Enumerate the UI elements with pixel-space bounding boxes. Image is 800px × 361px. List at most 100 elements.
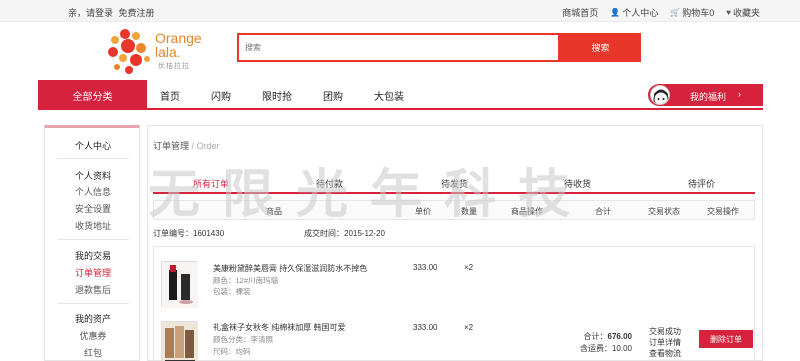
mall-home-link[interactable]: 商城首页 bbox=[562, 6, 598, 19]
chevron-right-icon: › bbox=[738, 89, 741, 99]
tab-pending-payment[interactable]: 待付款 bbox=[316, 177, 343, 190]
order-shipping: 含运费：10.00 bbox=[572, 343, 632, 354]
all-categories-button[interactable]: 全部分类 bbox=[38, 80, 147, 110]
col-total: 合计 bbox=[595, 207, 611, 216]
nav-item-big-pack[interactable]: 大包装 bbox=[374, 88, 404, 103]
view-logistics-link[interactable]: 查看物流 bbox=[649, 348, 681, 359]
lipstick-image-icon bbox=[162, 262, 198, 308]
col-trade-action: 交易操作 bbox=[707, 207, 739, 216]
col-product-action: 商品操作 bbox=[511, 207, 543, 216]
avatar bbox=[650, 85, 670, 105]
search-button[interactable]: 搜索 bbox=[560, 33, 641, 62]
sidebar-item-refunds[interactable]: 退款售后 bbox=[45, 283, 141, 296]
sidebar: 个人中心 个人资料 个人信息 安全设置 收货地址 我的交易 订单管理 退款售后 … bbox=[44, 125, 140, 361]
sidebar-head-assets[interactable]: 我的资产 bbox=[45, 312, 141, 325]
top-links: 商城首页 👤 个人中心 🛒 购物车0 ♥ 收藏夹 bbox=[562, 6, 760, 19]
logo-line2: lala. bbox=[155, 44, 181, 60]
col-product: 商品 bbox=[266, 207, 282, 216]
product-name[interactable]: 礼盒袜子女秋冬 纯棉袜加厚 韩国可爱 bbox=[213, 322, 345, 333]
personal-center-label: 个人中心 bbox=[622, 8, 659, 18]
order-time-label: 成交时间： bbox=[304, 229, 344, 238]
order-card: 美康粉黛醉美唇膏 持久保湿滋润防水不掉色 颜色：12#川南玛瑙 包装：裸装 33… bbox=[153, 246, 755, 361]
order-number-value: 1601430 bbox=[193, 229, 225, 238]
status-text: 交易成功 bbox=[649, 327, 681, 336]
sidebar-divider bbox=[57, 303, 129, 304]
product-meta: 尺码：均码 bbox=[213, 347, 251, 356]
sidebar-divider bbox=[57, 158, 129, 159]
product-thumbnail[interactable] bbox=[161, 261, 198, 308]
order-total-value: 676.00 bbox=[607, 332, 632, 341]
product-qty: ×2 bbox=[464, 263, 474, 272]
sidebar-title[interactable]: 个人中心 bbox=[45, 139, 141, 152]
cart-label: 购物车0 bbox=[682, 8, 715, 18]
table-header: 商品 单价 数量 商品操作 合计 交易状态 交易操作 bbox=[153, 200, 755, 220]
sidebar-divider bbox=[57, 239, 129, 240]
page-title: 订单管理 bbox=[153, 141, 190, 151]
logo-text: Orange lala. bbox=[155, 31, 202, 59]
logo-icon[interactable] bbox=[103, 26, 155, 76]
sidebar-item-personal-info[interactable]: 个人信息 bbox=[45, 185, 141, 198]
favorites-label: 收藏夹 bbox=[732, 8, 760, 18]
product-meta: 包装：裸装 bbox=[213, 287, 251, 296]
sidebar-item-coupons[interactable]: 优惠券 bbox=[45, 329, 141, 342]
order-time-value: 2015-12-20 bbox=[344, 229, 385, 238]
nav-item-limited-time[interactable]: 限时抢 bbox=[262, 88, 292, 103]
main-nav: 首页 闪购 限时抢 团购 大包装 bbox=[160, 80, 435, 110]
sidebar-item-orders[interactable]: 订单管理 bbox=[45, 266, 141, 279]
product-meta: 颜色：12#川南玛瑙 bbox=[213, 276, 279, 285]
sidebar-head-trades[interactable]: 我的交易 bbox=[45, 249, 141, 262]
socks-image-icon bbox=[162, 322, 198, 361]
login-area: 亲，请登录 免费注册 bbox=[68, 6, 158, 19]
tab-all-orders[interactable]: 所有订单 bbox=[193, 177, 229, 190]
order-total: 合计：676.00 bbox=[572, 331, 632, 342]
product-qty: ×2 bbox=[464, 323, 474, 332]
product-thumbnail[interactable] bbox=[161, 321, 198, 361]
order-tabs: 所有订单 待付款 待发货 待收货 待评价 bbox=[153, 170, 755, 194]
product-price: 333.00 bbox=[413, 263, 438, 272]
logo-subtitle: 优桔拉拉 bbox=[158, 63, 190, 70]
my-benefits-button[interactable]: 我的福利 › bbox=[648, 84, 763, 106]
sidebar-head-profile[interactable]: 个人资料 bbox=[45, 169, 141, 182]
register-link[interactable]: 免费注册 bbox=[119, 8, 155, 18]
cart-link[interactable]: 🛒 购物车0 bbox=[670, 6, 714, 19]
cart-icon: 🛒 bbox=[670, 7, 681, 17]
heart-icon: ♥ bbox=[726, 7, 731, 17]
avatar-face-icon bbox=[653, 89, 669, 104]
tab-pending-review[interactable]: 待评价 bbox=[688, 177, 715, 190]
favorites-link[interactable]: ♥ 收藏夹 bbox=[726, 6, 760, 19]
product-name[interactable]: 美康粉黛醉美唇膏 持久保湿滋润防水不掉色 bbox=[213, 263, 367, 274]
sidebar-item-security[interactable]: 安全设置 bbox=[45, 202, 141, 215]
product-meta: 颜色分类：李清照 bbox=[213, 335, 273, 344]
sidebar-item-red-packets[interactable]: 红包 bbox=[45, 346, 141, 359]
breadcrumb: 订单管理 / Order bbox=[153, 141, 220, 151]
order-number: 订单编号：1601430 bbox=[153, 228, 224, 239]
col-unit-price: 单价 bbox=[415, 207, 431, 216]
search-input[interactable] bbox=[239, 35, 558, 60]
nav-item-home[interactable]: 首页 bbox=[160, 88, 180, 103]
tab-pending-shipment[interactable]: 待发货 bbox=[441, 177, 468, 190]
order-status: 交易成功 订单详情 查看物流 bbox=[649, 326, 681, 359]
user-icon: 👤 bbox=[610, 7, 621, 17]
logo-line1: Orange bbox=[155, 30, 202, 46]
order-detail-link[interactable]: 订单详情 bbox=[649, 337, 681, 348]
greeting-link[interactable]: 亲，请登录 bbox=[68, 8, 113, 18]
col-trade-status: 交易状态 bbox=[648, 207, 680, 216]
delete-order-button[interactable]: 删除订单 bbox=[699, 330, 753, 348]
col-quantity: 数量 bbox=[461, 207, 477, 216]
order-number-label: 订单编号： bbox=[153, 229, 193, 238]
product-price: 333.00 bbox=[413, 323, 438, 332]
top-bar: 亲，请登录 免费注册 商城首页 👤 个人中心 🛒 购物车0 ♥ 收藏夹 bbox=[0, 0, 800, 22]
page-subtitle: Order bbox=[196, 141, 220, 151]
sidebar-item-address[interactable]: 收货地址 bbox=[45, 219, 141, 232]
my-benefits-label: 我的福利 bbox=[690, 92, 727, 102]
nav-item-flash-sale[interactable]: 闪购 bbox=[211, 88, 231, 103]
personal-center-link[interactable]: 👤 个人中心 bbox=[610, 6, 658, 19]
order-shipping-value: 10.00 bbox=[611, 344, 632, 353]
nav-item-group-buy[interactable]: 团购 bbox=[323, 88, 343, 103]
order-total-label: 合计： bbox=[583, 332, 608, 341]
tab-pending-receipt[interactable]: 待收货 bbox=[564, 177, 591, 190]
mall-home-label: 商城首页 bbox=[562, 8, 599, 18]
order-time: 成交时间：2015-12-20 bbox=[304, 228, 385, 239]
order-shipping-label: 含运费： bbox=[579, 344, 612, 353]
search-box bbox=[237, 33, 560, 62]
